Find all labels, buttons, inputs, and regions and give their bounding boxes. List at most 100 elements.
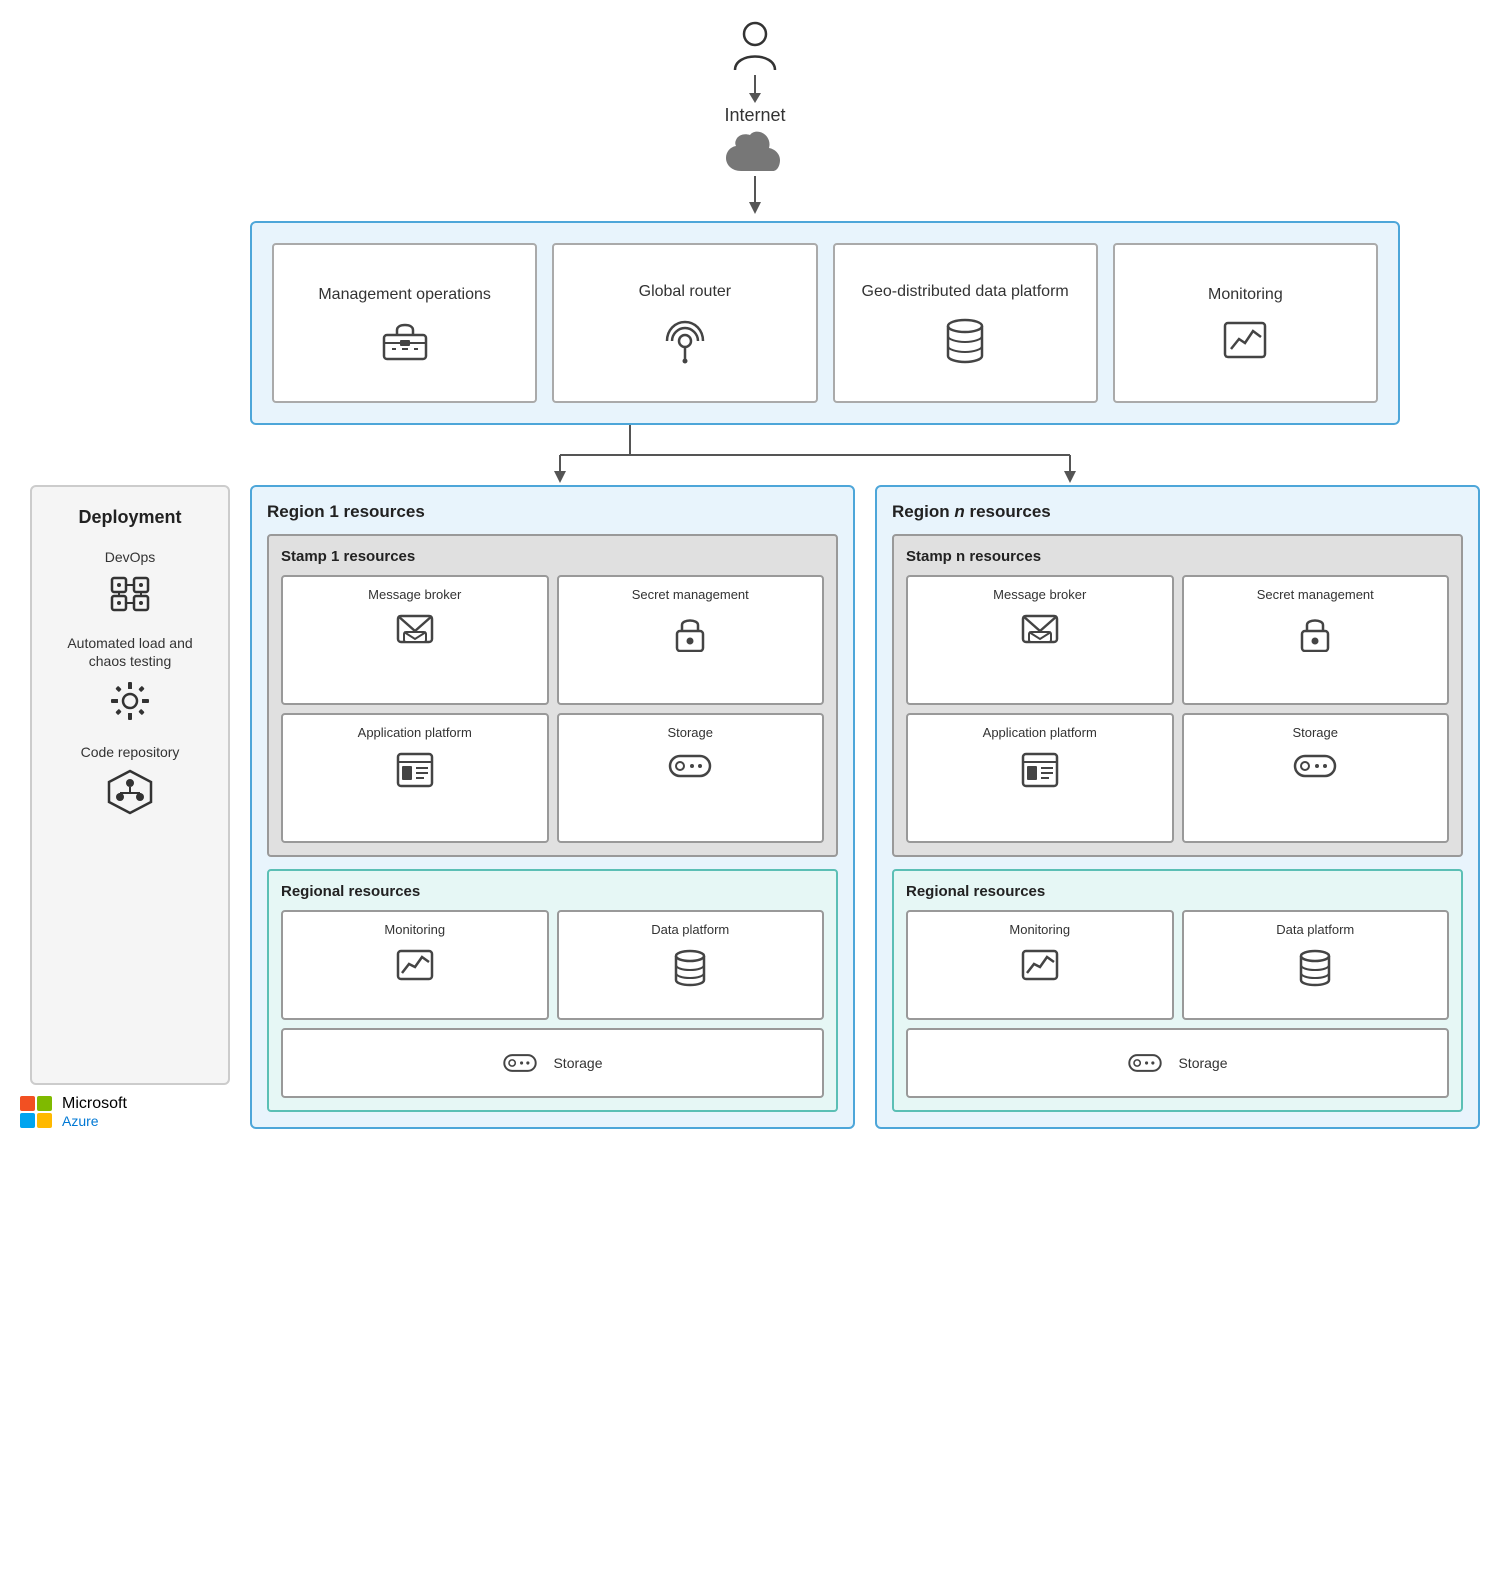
load-testing-item: Automated load and chaos testing bbox=[47, 634, 213, 722]
internet-label: Internet bbox=[724, 105, 785, 126]
toolbox-icon bbox=[382, 321, 428, 361]
lock-icon bbox=[674, 614, 706, 652]
monitoring-label: Monitoring bbox=[1208, 285, 1283, 306]
regionN-title: Region n resources bbox=[892, 502, 1463, 522]
data-platform-rn-card: Data platform bbox=[1182, 910, 1450, 1020]
management-ops-card: Management operations bbox=[272, 243, 537, 403]
email-n-icon bbox=[1021, 614, 1059, 646]
regions-container: Region 1 resources Stamp 1 resources Mes… bbox=[250, 485, 1480, 1129]
internet-section: Internet bbox=[30, 20, 1480, 216]
storage-n-card: Storage bbox=[1182, 713, 1450, 843]
regionalN-title: Regional resources bbox=[906, 883, 1449, 900]
deployment-title: Deployment bbox=[78, 507, 181, 528]
storage-n-icon bbox=[1293, 752, 1337, 780]
lower-section: Deployment DevOps bbox=[30, 485, 1480, 1129]
management-ops-label: Management operations bbox=[318, 285, 491, 306]
storage-icon bbox=[668, 752, 712, 780]
azure-label: Azure bbox=[62, 1113, 127, 1129]
monitoring-rn-card: Monitoring bbox=[906, 910, 1174, 1020]
storage-r1-card: Storage bbox=[281, 1028, 824, 1098]
storage-rn-icon bbox=[1127, 1052, 1163, 1074]
secret-mgmt-n-label: Secret management bbox=[1257, 587, 1374, 604]
app-n-icon bbox=[1021, 752, 1059, 788]
region1-title: Region 1 resources bbox=[267, 502, 838, 522]
lock-n-icon bbox=[1299, 614, 1331, 652]
secret-mgmt-1-label: Secret management bbox=[632, 587, 749, 604]
stamp1-title: Stamp 1 resources bbox=[281, 548, 824, 565]
app-platform-n-label: Application platform bbox=[983, 725, 1097, 742]
regionalN-box: Regional resources Monitoring Da bbox=[892, 869, 1463, 1112]
msg-broker-n-label: Message broker bbox=[993, 587, 1086, 604]
regionalN-grid: Monitoring Data platform bbox=[906, 910, 1449, 1020]
secret-mgmt-n-card: Secret management bbox=[1182, 575, 1450, 705]
azure-logo-green bbox=[37, 1096, 52, 1111]
geo-data-label: Geo-distributed data platform bbox=[862, 282, 1069, 303]
msg-broker-1-label: Message broker bbox=[368, 587, 461, 604]
regional1-title: Regional resources bbox=[281, 883, 824, 900]
stamp1-box: Stamp 1 resources Message broker bbox=[267, 534, 838, 857]
app-platform-1-label: Application platform bbox=[358, 725, 472, 742]
storage-rn-card: Storage bbox=[906, 1028, 1449, 1098]
git-icon bbox=[107, 769, 153, 815]
devops-icon bbox=[108, 574, 152, 614]
azure-logo bbox=[20, 1096, 52, 1128]
stampN-title: Stamp n resources bbox=[906, 548, 1449, 565]
storage-n-label: Storage bbox=[1292, 725, 1338, 742]
region-arrows-svg bbox=[250, 425, 1400, 485]
database-icon bbox=[945, 318, 985, 364]
code-repo-label: Code repository bbox=[81, 743, 180, 761]
chart-icon bbox=[1223, 321, 1267, 361]
arrow-cloud-down bbox=[745, 176, 765, 216]
data-platform-r1-card: Data platform bbox=[557, 910, 825, 1020]
regionN-box: Region n resources Stamp n resources Mes… bbox=[875, 485, 1480, 1129]
cloud-icon bbox=[723, 131, 788, 176]
regional1-grid: Monitoring Data platform bbox=[281, 910, 824, 1020]
connector-arrows bbox=[250, 425, 1480, 485]
chart-r1-icon bbox=[396, 949, 434, 983]
app-platform-n-card: Application platform bbox=[906, 713, 1174, 843]
load-testing-label: Automated load and chaos testing bbox=[47, 634, 213, 670]
devops-item: DevOps bbox=[105, 548, 156, 614]
msg-broker-1-card: Message broker bbox=[281, 575, 549, 705]
azure-logo-yellow bbox=[37, 1113, 52, 1128]
chart-rn-icon bbox=[1021, 949, 1059, 983]
deployment-sidebar: Deployment DevOps bbox=[30, 485, 230, 1085]
msg-broker-n-card: Message broker bbox=[906, 575, 1174, 705]
stamp1-grid: Message broker Secret management bbox=[281, 575, 824, 843]
person-icon bbox=[730, 20, 780, 75]
devops-label: DevOps bbox=[105, 548, 156, 566]
azure-logo-red bbox=[20, 1096, 35, 1111]
code-repo-item: Code repository bbox=[81, 743, 180, 815]
email-icon bbox=[396, 614, 434, 646]
secret-mgmt-1-card: Secret management bbox=[557, 575, 825, 705]
azure-text: Microsoft Azure bbox=[62, 1095, 127, 1129]
azure-logo-blue bbox=[20, 1113, 35, 1128]
geo-data-card: Geo-distributed data platform bbox=[833, 243, 1098, 403]
db-rn-icon bbox=[1298, 949, 1332, 987]
stampN-box: Stamp n resources Message broker bbox=[892, 534, 1463, 857]
storage-1-label: Storage bbox=[667, 725, 713, 742]
monitoring-r1-label: Monitoring bbox=[384, 922, 445, 939]
region1-box: Region 1 resources Stamp 1 resources Mes… bbox=[250, 485, 855, 1129]
microsoft-label: Microsoft bbox=[62, 1095, 127, 1113]
monitoring-r1-card: Monitoring bbox=[281, 910, 549, 1020]
app-platform-1-card: Application platform bbox=[281, 713, 549, 843]
global-router-card: Global router bbox=[552, 243, 817, 403]
monitoring-rn-label: Monitoring bbox=[1009, 922, 1070, 939]
regional1-box: Regional resources Monitoring Da bbox=[267, 869, 838, 1112]
arrow-internet-down bbox=[745, 75, 765, 105]
data-platform-r1-label: Data platform bbox=[651, 922, 729, 939]
app-icon bbox=[396, 752, 434, 788]
storage-rn-label: Storage bbox=[1178, 1055, 1227, 1071]
gear-icon bbox=[108, 679, 152, 723]
storage-1-card: Storage bbox=[557, 713, 825, 843]
data-platform-rn-label: Data platform bbox=[1276, 922, 1354, 939]
monitoring-card: Monitoring bbox=[1113, 243, 1378, 403]
storage-r1-label: Storage bbox=[553, 1055, 602, 1071]
global-services-box: Management operations Global router bbox=[250, 221, 1400, 425]
db-r1-icon bbox=[673, 949, 707, 987]
azure-badge: Microsoft Azure bbox=[20, 1095, 127, 1129]
storage-r1-icon bbox=[502, 1052, 538, 1074]
stampN-grid: Message broker Secret management bbox=[906, 575, 1449, 843]
router-icon bbox=[662, 318, 708, 364]
